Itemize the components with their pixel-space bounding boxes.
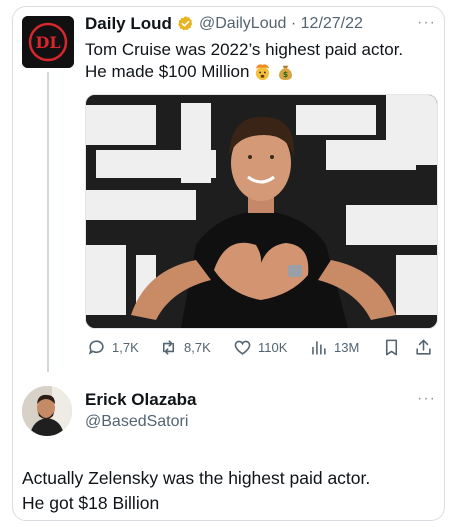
reply-icon: [88, 339, 104, 355]
tweet-date[interactable]: 12/27/22: [301, 15, 363, 32]
bookmark-action[interactable]: [382, 335, 401, 359]
reply-count: 1,7K: [112, 339, 139, 355]
author-handle[interactable]: @DailyLoud: [199, 15, 286, 32]
like-count: 110K: [258, 339, 288, 355]
tweet-text-line-1: Tom Cruise was 2022’s highest paid actor…: [85, 40, 404, 59]
tweet-text-line-2: He made $100 Million: [85, 62, 250, 81]
like-action[interactable]: 110K: [233, 335, 287, 359]
tweet-photo[interactable]: [85, 94, 438, 329]
daily-loud-logo-avatar[interactable]: DL: [22, 16, 74, 68]
more-options-icon[interactable]: ···: [417, 14, 436, 32]
retweet-action[interactable]: 8,7K: [159, 335, 211, 359]
reply-action[interactable]: 1,7K: [87, 335, 139, 359]
exploding-head-emoji-icon: [256, 64, 270, 81]
reply-text: Actually Zelensky was the highest paid a…: [22, 466, 442, 516]
verified-badge-icon: [178, 16, 193, 31]
views-bar-chart-icon: [312, 340, 326, 355]
retweet-icon: [162, 339, 175, 355]
tweet-text: Tom Cruise was 2022’s highest paid actor…: [85, 39, 430, 83]
reply-avatar-photo: [22, 386, 72, 436]
reply-text-line-1: Actually Zelensky was the highest paid a…: [22, 468, 371, 488]
reply-author-name[interactable]: Erick Olazaba: [85, 390, 197, 410]
views-action[interactable]: 13M: [309, 335, 359, 359]
heart-icon: [234, 340, 251, 355]
reply-more-options-icon[interactable]: ···: [417, 390, 436, 408]
daily-loud-logo-icon: DL: [22, 16, 74, 68]
svg-text:DL: DL: [35, 33, 60, 52]
retweet-count: 8,7K: [184, 339, 211, 355]
author-handle-and-date: @DailyLoud · 12/27/22: [199, 15, 363, 33]
share-action[interactable]: [414, 335, 433, 359]
bookmark-icon: [385, 339, 398, 355]
reply-author-handle[interactable]: @BasedSatori: [85, 413, 188, 431]
tweet-text-line-2-wrap: He made $100 Million $: [85, 61, 430, 83]
tom-cruise-heart-hands-photo: [86, 95, 437, 328]
tweet-actions-bar: 1,7K 8,7K 110K 13M: [87, 335, 435, 359]
author-name[interactable]: Daily Loud: [85, 14, 172, 34]
views-count: 13M: [334, 339, 360, 355]
reply-author-avatar[interactable]: [22, 386, 72, 436]
separator-dot: ·: [290, 15, 297, 32]
share-icon: [416, 339, 431, 355]
svg-text:$: $: [283, 70, 288, 79]
money-bag-emoji-icon: $: [279, 65, 293, 81]
reply-text-line-2: He got $18 Billion: [22, 493, 160, 513]
thread-line: [47, 72, 49, 372]
